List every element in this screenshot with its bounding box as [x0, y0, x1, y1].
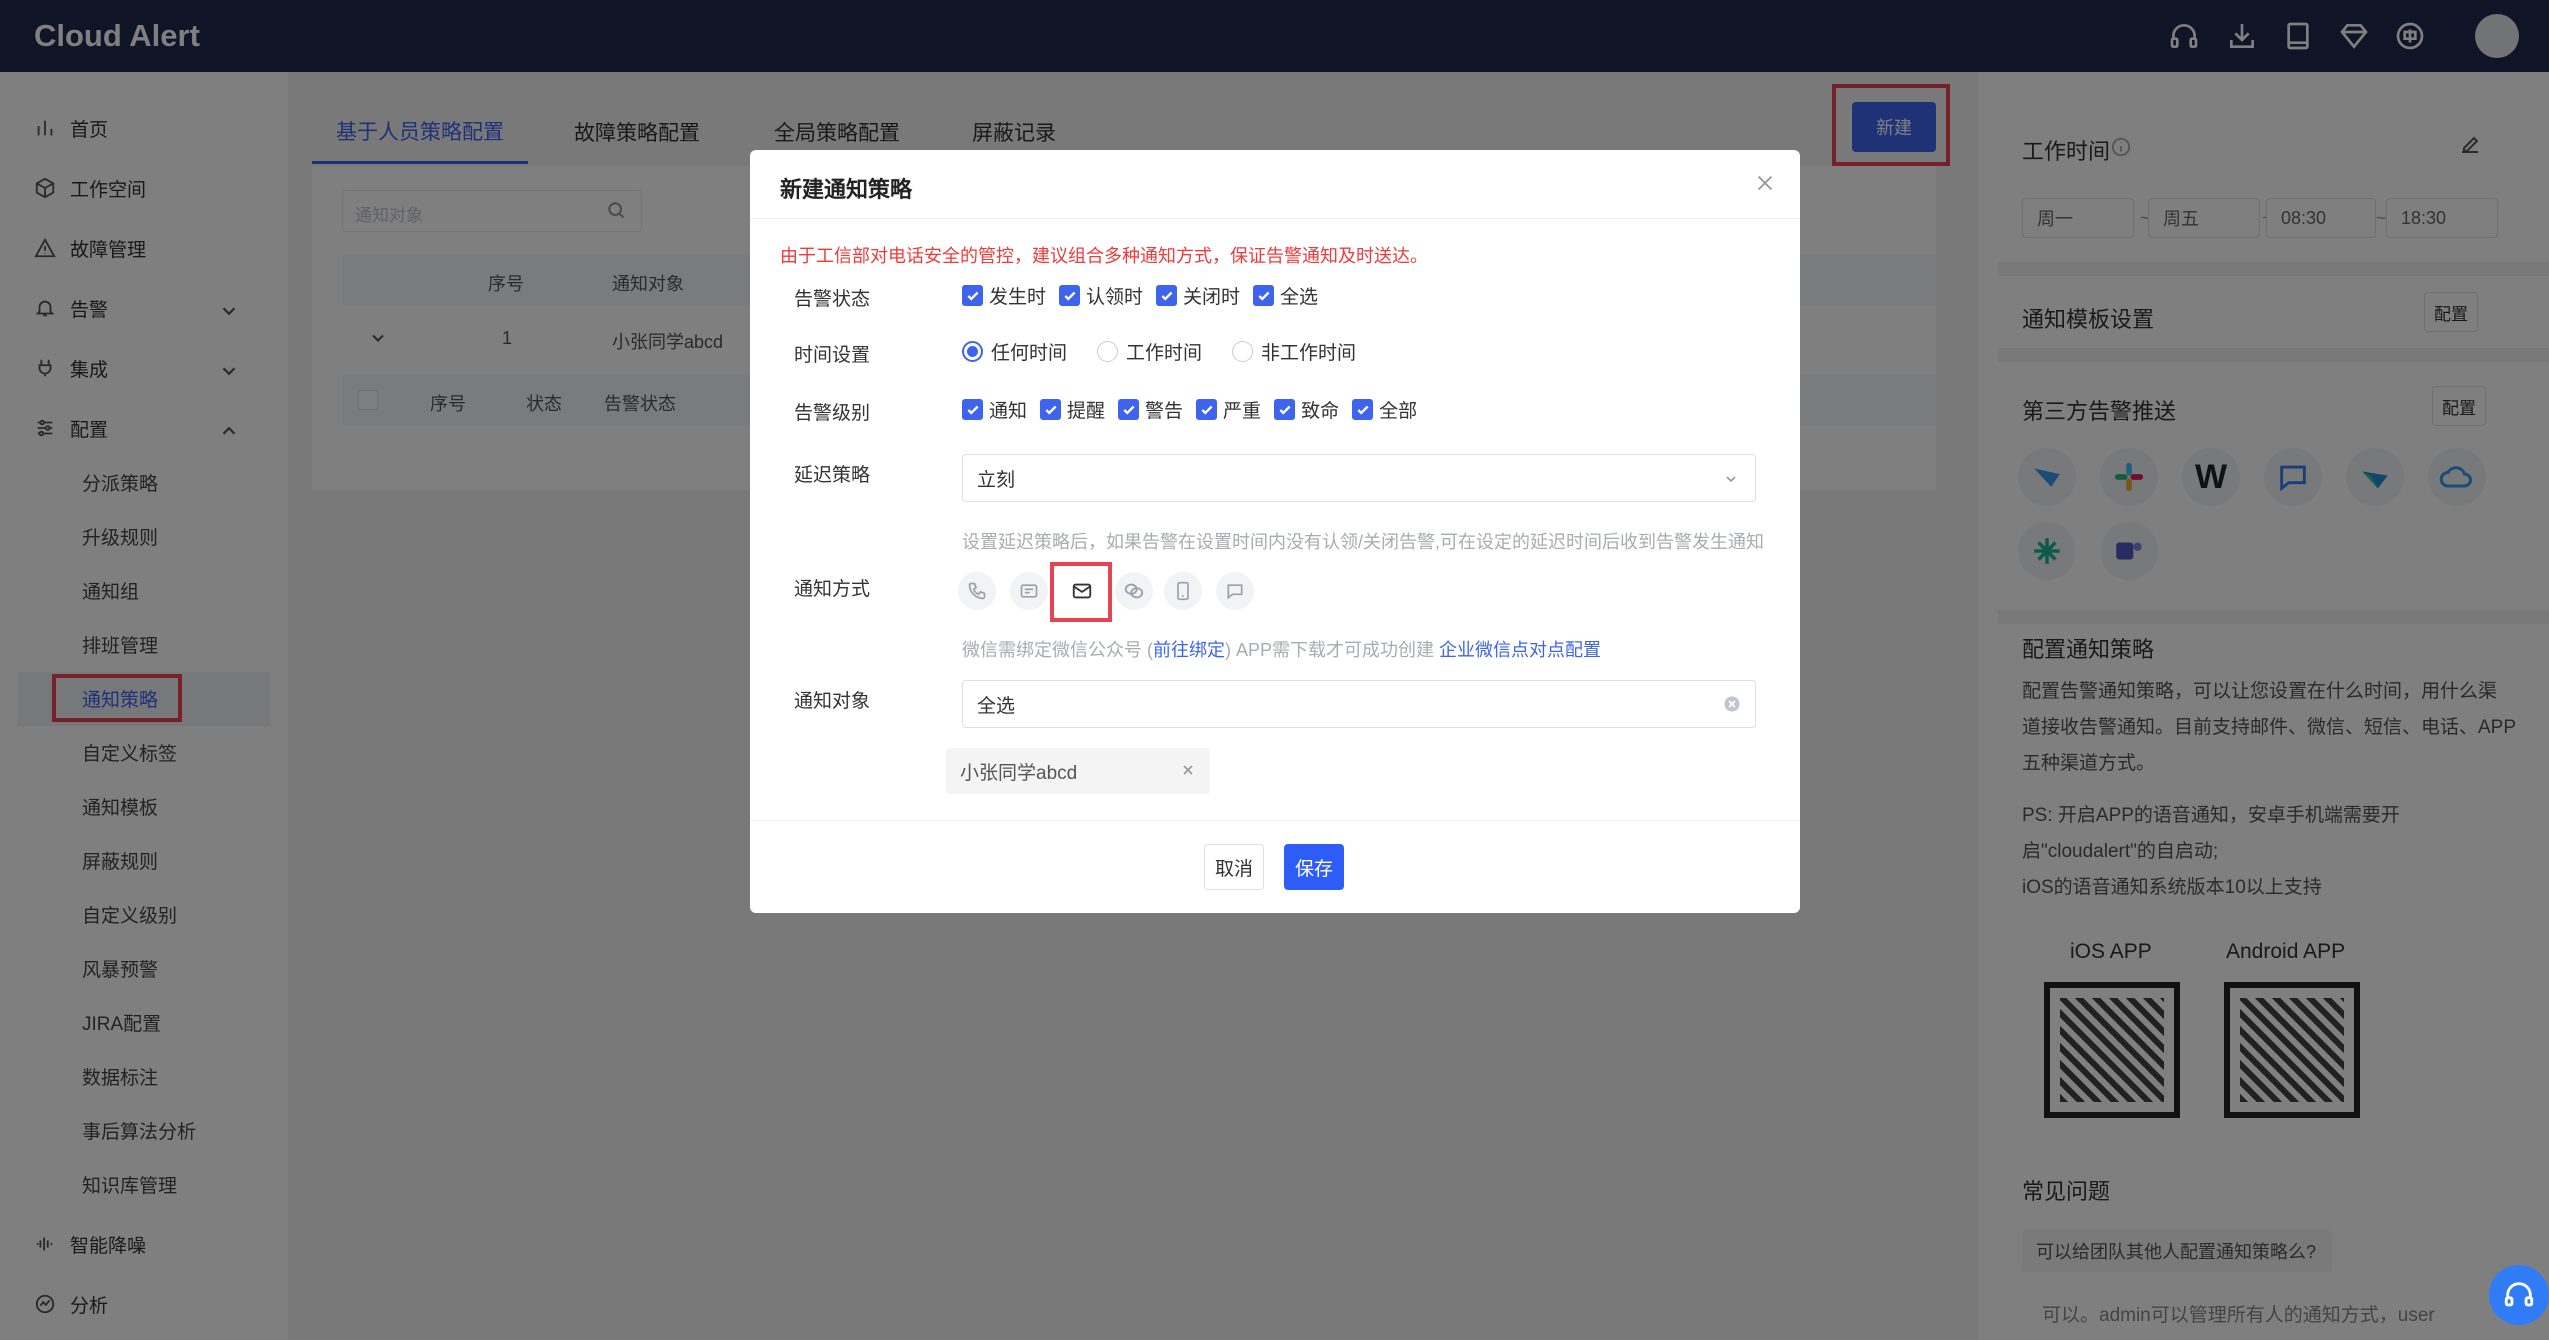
checkbox-level-fatal[interactable]: 致命	[1274, 396, 1339, 423]
checkbox-select-all-status[interactable]: 全选	[1253, 282, 1318, 309]
warning-text: 由于工信部对电话安全的管控，建议组合多种通知方式，保证告警通知及时送达。	[780, 246, 1428, 266]
alert-status-label: 告警状态	[794, 289, 871, 310]
help-chat-button[interactable]	[2489, 1265, 2549, 1325]
remove-tag-icon[interactable]	[1180, 762, 1196, 778]
checkbox-occurred[interactable]: 发生时	[962, 282, 1046, 309]
cancel-button[interactable]: 取消	[1204, 844, 1264, 890]
dialog-header-divider	[750, 218, 1800, 219]
check-icon	[1040, 399, 1062, 420]
radio-work-time[interactable]: 工作时间	[1097, 338, 1202, 365]
dialog-title: 新建通知策略	[780, 177, 913, 202]
check-icon	[1118, 399, 1140, 420]
checkbox-level-notice[interactable]: 通知	[962, 396, 1027, 423]
check-icon	[962, 399, 983, 420]
notify-target-label: 通知对象	[794, 691, 871, 712]
close-icon[interactable]	[1754, 172, 1776, 194]
check-icon	[1253, 285, 1275, 306]
wecom-p2p-config-link[interactable]: 企业微信点对点配置	[1439, 640, 1601, 660]
checkbox-level-remind[interactable]: 提醒	[1040, 396, 1105, 423]
alert-status-group: 发生时 认领时 关闭时 全选	[962, 282, 1331, 309]
radio-any-time[interactable]: 任何时间	[962, 338, 1067, 365]
alert-level-label: 告警级别	[794, 403, 871, 424]
highlight-box-email	[1050, 562, 1112, 622]
check-icon	[1156, 285, 1178, 306]
time-setting-label: 时间设置	[794, 345, 871, 366]
new-policy-dialog: 新建通知策略 由于工信部对电话安全的管控，建议组合多种通知方式，保证告警通知及时…	[750, 150, 1800, 913]
phone-icon[interactable]	[958, 572, 996, 610]
headset-icon	[2504, 1282, 2534, 1307]
target-tag: 小张同学abcd	[946, 748, 1210, 794]
mobile-app-icon[interactable]	[1164, 572, 1202, 610]
delay-policy-select[interactable]: 立刻	[962, 454, 1756, 502]
notify-method-hint: 微信需绑定微信公众号 (前往绑定) APP需下载才可成功创建 企业微信点对点配置	[962, 640, 1602, 660]
chevron-down-icon	[1726, 476, 1736, 483]
delay-policy-label: 延迟策略	[794, 465, 871, 486]
checkbox-level-all[interactable]: 全部	[1352, 396, 1417, 423]
check-icon	[962, 285, 983, 306]
save-button[interactable]: 保存	[1284, 844, 1344, 890]
sms-icon[interactable]	[1010, 572, 1048, 610]
checkbox-level-severe[interactable]: 严重	[1196, 396, 1261, 423]
clear-icon[interactable]	[1723, 695, 1741, 713]
wechat-icon[interactable]	[1115, 572, 1153, 610]
time-setting-group: 任何时间 工作时间 非工作时间	[962, 338, 1386, 365]
dialog-footer-divider	[750, 820, 1800, 821]
chat-icon[interactable]	[1216, 572, 1254, 610]
delay-hint: 设置延迟策略后，如果告警在设置时间内没有认领/关闭告警,可在设定的延迟时间后收到…	[962, 532, 1764, 552]
checkbox-acknowledged[interactable]: 认领时	[1059, 282, 1143, 309]
check-icon	[1196, 399, 1218, 420]
radio-non-work-time[interactable]: 非工作时间	[1232, 338, 1356, 365]
check-icon	[1274, 399, 1296, 420]
checkbox-closed[interactable]: 关闭时	[1156, 282, 1240, 309]
bind-wechat-link[interactable]: 前往绑定	[1153, 640, 1225, 660]
notify-target-select[interactable]: 全选	[962, 680, 1756, 728]
check-icon	[1352, 399, 1374, 420]
alert-level-group: 通知 提醒 警告 严重 致命 全部	[962, 396, 1430, 423]
check-icon	[1059, 285, 1081, 306]
checkbox-level-warning[interactable]: 警告	[1118, 396, 1183, 423]
notify-method-label: 通知方式	[794, 579, 871, 600]
